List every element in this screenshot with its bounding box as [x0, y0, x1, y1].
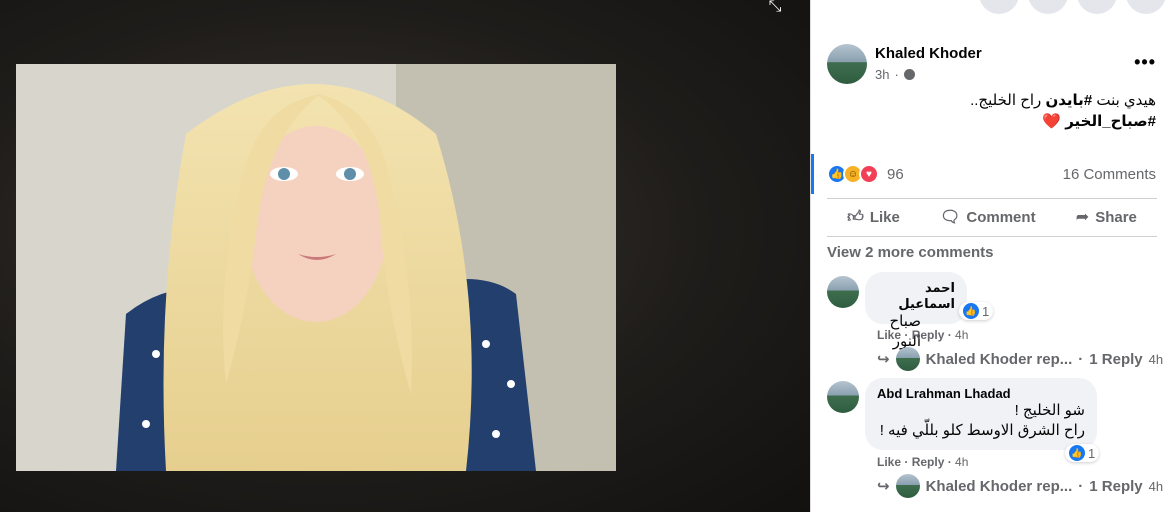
- comment-like-link[interactable]: Like: [877, 328, 901, 342]
- photo-viewer: ⤡: [0, 0, 810, 512]
- divider: [827, 198, 1157, 199]
- menu-icon[interactable]: [979, 0, 1019, 14]
- post-text: هيدي بنت #بايدن راح الخليج.. #صباح_الخير…: [970, 92, 1156, 130]
- heart-emoji: ❤️: [1042, 113, 1062, 130]
- share-icon: ➦: [1075, 209, 1090, 226]
- comment-reply-link[interactable]: Reply: [912, 328, 945, 342]
- author-name[interactable]: Khaled Khoder: [875, 45, 982, 62]
- comment-actions: Like · Reply · 4h: [877, 328, 969, 342]
- share-button[interactable]: ➦ Share: [1076, 207, 1137, 227]
- comment-reaction-badge[interactable]: 👍 1: [1065, 444, 1100, 462]
- post-time[interactable]: 3h: [875, 67, 889, 82]
- messenger-icon[interactable]: [1028, 0, 1068, 14]
- comment-button[interactable]: 🗨︎ Comment: [940, 207, 1035, 227]
- divider: [827, 236, 1157, 237]
- reaction-count: 96: [887, 165, 904, 183]
- comments-count[interactable]: 16 Comments: [1063, 166, 1156, 183]
- reactions-summary[interactable]: 👍 ☺ ♥ 96: [827, 164, 904, 184]
- commenter-avatar[interactable]: [827, 276, 859, 308]
- like-button[interactable]: 👍︎ Like: [847, 208, 900, 227]
- post-meta: 3h ·: [875, 67, 915, 82]
- like-reaction-icon: 👍: [1069, 445, 1085, 461]
- hashtag-good-morning[interactable]: #صباح_الخير: [1065, 113, 1156, 130]
- reply-arrow-icon: ↪: [877, 478, 890, 495]
- top-icon-row: [979, 0, 1166, 14]
- reply-avatar: [895, 347, 920, 371]
- comment-time[interactable]: 4h: [955, 455, 968, 469]
- globe-icon: [903, 69, 915, 80]
- comment-reaction-badge[interactable]: 👍 1: [959, 302, 994, 320]
- comment-like-link[interactable]: Like: [877, 455, 901, 469]
- comment-actions: Like · Reply · 4h: [877, 455, 969, 469]
- hashtag-biden[interactable]: #بايدن: [1045, 92, 1092, 109]
- reply-thread[interactable]: ↪ Khaled Khoder rep... · 1 Reply 4h: [877, 474, 1163, 498]
- comment-bubble: Abd Lrahman Lhadad شو الخليج ! راح الشرق…: [865, 378, 1097, 450]
- portrait-illustration: [16, 64, 616, 471]
- post-actions: 👍︎ Like 🗨︎ Comment ➦ Share: [827, 200, 1157, 234]
- post-photo[interactable]: [16, 64, 616, 471]
- commenter-name[interactable]: Abd Lrahman Lhadad: [877, 386, 1085, 401]
- comment-bubble: احمد اسماعيل صباح النور: [865, 272, 967, 350]
- commenter-avatar[interactable]: [827, 381, 859, 413]
- comment-reply-link[interactable]: Reply: [912, 455, 945, 469]
- reply-thread[interactable]: ↪ Khaled Khoder rep... · 1 Reply 4h: [877, 347, 1163, 371]
- reply-avatar: [895, 474, 920, 498]
- collapse-icon[interactable]: ⤡: [764, 0, 786, 15]
- account-icon[interactable]: [1126, 0, 1166, 14]
- comment-time[interactable]: 4h: [955, 328, 968, 342]
- reply-arrow-icon: ↪: [877, 351, 890, 368]
- focus-indicator: [811, 154, 814, 194]
- comment-text-line2: راح الشرق الاوسط كلو بللّي فيه !: [879, 422, 1085, 439]
- more-options-button[interactable]: •••: [1134, 52, 1156, 73]
- commenter-name[interactable]: احمد اسماعيل: [877, 280, 955, 312]
- comment-icon: 🗨︎: [940, 209, 961, 226]
- view-more-comments[interactable]: View 2 more comments: [827, 244, 993, 261]
- notifications-icon[interactable]: [1077, 0, 1117, 14]
- thumbs-up-icon: 👍︎: [847, 208, 864, 226]
- comment-text-line1: شو الخليج !: [1014, 402, 1085, 419]
- like-reaction-icon: 👍: [963, 303, 979, 319]
- author-avatar[interactable]: [827, 44, 867, 84]
- post-panel: Khaled Khoder 3h · ••• هيدي بنت #بايدن ر…: [810, 0, 1172, 512]
- love-reaction-icon: ♥: [859, 164, 879, 184]
